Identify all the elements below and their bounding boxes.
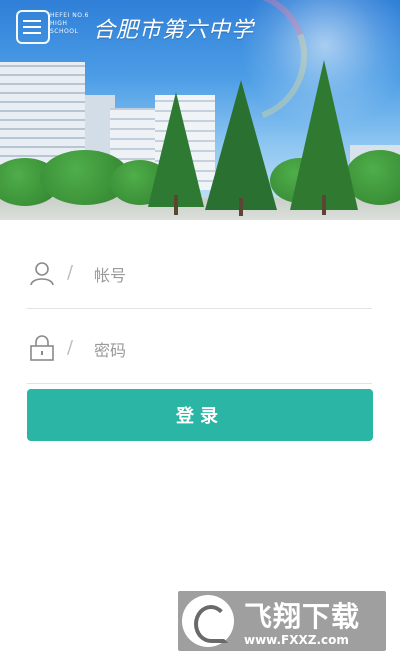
tree-trunk xyxy=(322,195,326,215)
watermark-logo-icon xyxy=(182,595,234,647)
header-banner: HEFEI NO.6 HIGH SCHOOL 合肥市第六中学 xyxy=(0,0,400,220)
watermark-url: www.FXXZ.com xyxy=(244,633,349,647)
school-name-en-line3: SCHOOL xyxy=(50,28,79,35)
tree-trunk xyxy=(239,198,243,216)
school-logo-icon xyxy=(16,10,50,44)
school-name-en-line2: HIGH xyxy=(50,20,68,27)
password-field-row: / xyxy=(27,313,372,384)
pine-tree xyxy=(290,60,358,210)
login-button[interactable]: 登录 xyxy=(27,389,373,441)
account-input[interactable] xyxy=(94,260,354,290)
watermark-brand: 飞翔下载 xyxy=(244,600,361,633)
school-name: 合肥市第六中学 xyxy=(93,18,255,43)
field-separator: / xyxy=(67,262,74,283)
field-separator: / xyxy=(67,337,74,358)
password-input[interactable] xyxy=(94,335,354,365)
lock-icon xyxy=(30,335,54,361)
watermark: 飞翔下载 www.FXXZ.com xyxy=(178,591,386,651)
school-name-en-line1: HEFEI NO.6 xyxy=(50,12,89,19)
school-name-english: HEFEI NO.6 HIGH SCHOOL xyxy=(50,12,89,36)
account-field-row: / xyxy=(27,238,372,309)
tree-trunk xyxy=(174,195,178,215)
user-icon xyxy=(30,262,54,286)
pine-tree xyxy=(148,92,204,207)
pine-tree xyxy=(205,80,277,210)
